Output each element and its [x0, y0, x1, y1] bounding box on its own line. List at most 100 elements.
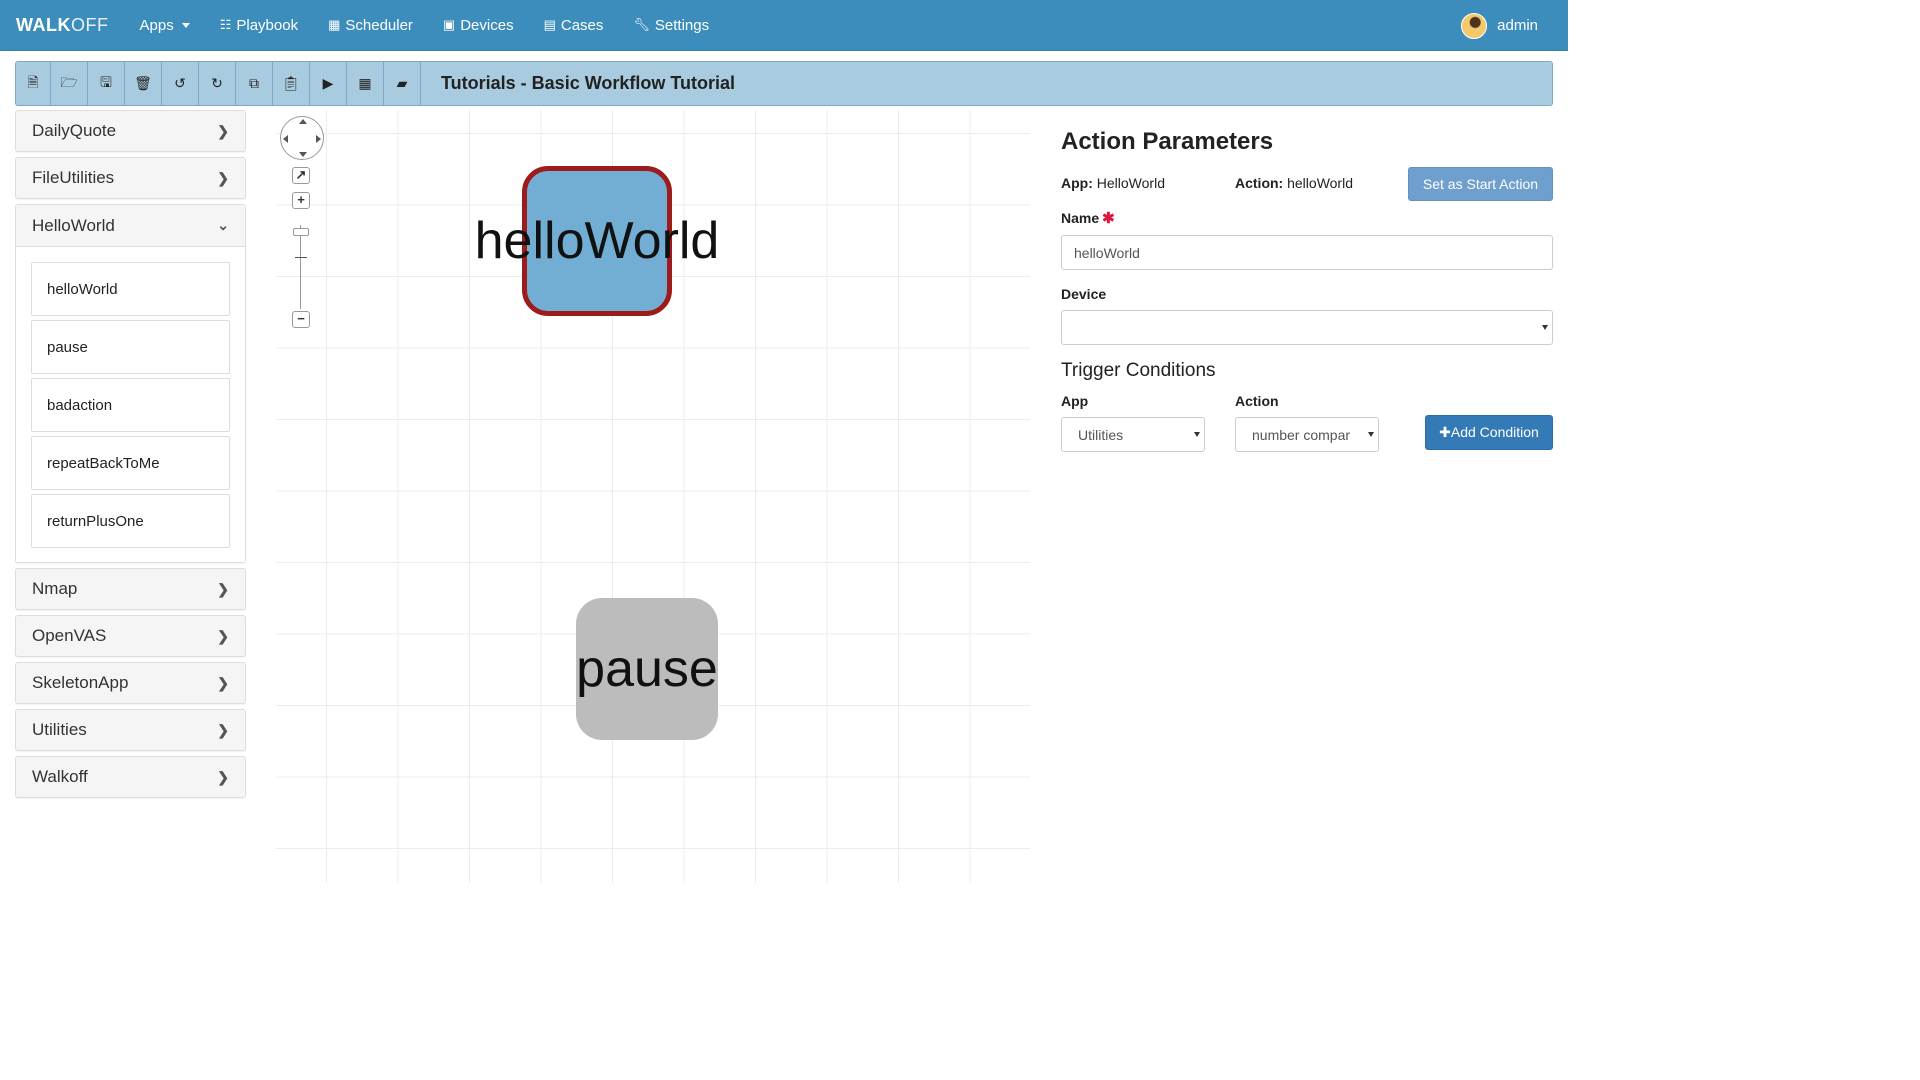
- redo-icon[interactable]: ↻: [199, 62, 236, 105]
- action-item-repeatbacktome[interactable]: repeatBackToMe: [31, 436, 230, 490]
- trash-icon[interactable]: 🗑︎: [125, 62, 162, 105]
- action-item-pause[interactable]: pause: [31, 320, 230, 374]
- action-list: helloWorld pause badaction repeatBackToM…: [16, 247, 245, 562]
- calendar-icon: ▦: [328, 17, 341, 32]
- app-header-nmap[interactable]: Nmap ❯: [16, 569, 245, 609]
- nav-devices[interactable]: ▣ Devices: [428, 0, 529, 51]
- save-icon[interactable]: 🖫︎: [88, 62, 125, 105]
- nav-scheduler[interactable]: ▦ Scheduler: [313, 0, 428, 51]
- meta-action: Action: helloWorld: [1235, 175, 1353, 191]
- brand-logo[interactable]: WALKOFF: [16, 15, 109, 36]
- app-header-helloworld[interactable]: HelloWorld ⌄: [16, 205, 245, 247]
- trigger-action-label: Action: [1235, 393, 1279, 409]
- chevron-right-icon: ❯: [217, 169, 229, 186]
- required-icon: ✱: [1102, 210, 1115, 227]
- wrench-icon: 🔧︎: [633, 17, 650, 32]
- node-label: pause: [576, 640, 718, 698]
- action-item-returnplusone[interactable]: returnPlusOne: [31, 494, 230, 548]
- add-condition-button[interactable]: ✚Add Condition: [1425, 415, 1553, 450]
- play-icon[interactable]: ▶: [310, 62, 347, 105]
- chevron-right-icon: ❯: [217, 627, 229, 644]
- undo-icon[interactable]: ↺: [162, 62, 199, 105]
- zoom-slider-handle[interactable]: [293, 228, 309, 236]
- pan-left-icon[interactable]: [283, 135, 288, 143]
- user-menu[interactable]: admin: [1461, 0, 1538, 51]
- action-item-badaction[interactable]: badaction: [31, 378, 230, 432]
- list-icon: ▤: [543, 17, 556, 32]
- app-sidebar: DailyQuote ❯ FileUtilities ❯ HelloWorld ⌄ h…: [15, 110, 246, 803]
- app-header-walkoff[interactable]: Walkoff ❯: [16, 757, 245, 797]
- trigger-app-label: App: [1061, 393, 1089, 409]
- node-label: helloWorld: [474, 212, 720, 270]
- app-panel-dailyquote: DailyQuote ❯: [15, 110, 246, 152]
- fit-icon[interactable]: ↗: [292, 167, 310, 184]
- meta-app: App: HelloWorld: [1061, 175, 1165, 191]
- node-helloworld[interactable]: helloWorld: [475, 166, 719, 316]
- app-header-dailyquote[interactable]: DailyQuote ❯: [16, 111, 245, 151]
- app-header-fileutilities[interactable]: FileUtilities ❯: [16, 158, 245, 198]
- chevron-right-icon: ❯: [217, 674, 229, 691]
- select-arrow-icon: [1368, 432, 1374, 437]
- nav-cases[interactable]: ▤ Cases: [529, 0, 619, 51]
- trigger-app-select[interactable]: Utilities: [1061, 417, 1205, 452]
- name-label: Name ✱: [1061, 210, 1115, 227]
- action-meta: App: HelloWorld Action: helloWorld Set a…: [1061, 167, 1553, 201]
- app-panel-skeletonapp: SkeletonApp ❯: [15, 662, 246, 704]
- pan-down-icon[interactable]: [299, 152, 307, 157]
- pan-control[interactable]: [280, 116, 324, 160]
- zoom-out-button[interactable]: −: [292, 311, 310, 328]
- nav-apps[interactable]: Apps: [125, 0, 205, 51]
- chevron-right-icon: ❯: [217, 122, 229, 139]
- trigger-row: App Utilities Action number compar ✚Add …: [1061, 393, 1553, 455]
- sitemap-icon: ☷: [219, 17, 232, 32]
- trigger-action-col: Action number compar: [1235, 393, 1379, 452]
- open-folder-icon[interactable]: 🗁︎: [51, 62, 88, 105]
- nav-playbook[interactable]: ☷ Playbook: [205, 0, 313, 51]
- action-item-helloworld[interactable]: helloWorld: [31, 262, 230, 316]
- pan-right-icon[interactable]: [316, 135, 321, 143]
- app-panel-fileutilities: FileUtilities ❯: [15, 157, 246, 199]
- pan-up-icon[interactable]: [299, 119, 307, 124]
- caret-down-icon: [181, 22, 190, 28]
- node-pause[interactable]: pause: [576, 598, 718, 740]
- chevron-right-icon: ❯: [217, 768, 229, 785]
- app-panel-utilities: Utilities ❯: [15, 709, 246, 751]
- new-file-icon[interactable]: 🗎︎: [16, 62, 51, 105]
- workflow-canvas[interactable]: ↗ + − helloWorld pause: [276, 110, 1030, 883]
- trigger-app-col: App Utilities: [1061, 393, 1205, 452]
- action-parameters-panel: Action Parameters App: HelloWorld Action…: [1061, 128, 1553, 455]
- set-start-action-button[interactable]: Set as Start Action: [1408, 167, 1553, 201]
- zoom-slider[interactable]: [300, 225, 301, 309]
- app-panel-helloworld: HelloWorld ⌄ helloWorld pause badaction r…: [15, 204, 246, 563]
- select-arrow-icon: [1542, 325, 1548, 330]
- username: admin: [1497, 17, 1538, 34]
- chevron-down-icon: ⌄: [217, 217, 229, 233]
- app-panel-nmap: Nmap ❯: [15, 568, 246, 610]
- trigger-action-select[interactable]: number compar: [1235, 417, 1379, 452]
- zoom-in-button[interactable]: +: [292, 192, 310, 209]
- app-header-skeletonapp[interactable]: SkeletonApp ❯: [16, 663, 245, 703]
- workflow-toolbar: 🗎︎ 🗁︎ 🖫︎ 🗑︎ ↺ ↻ ⧉ 📋︎ ▶ ▦ ▰ Tutorials - B…: [15, 61, 1553, 106]
- table-icon[interactable]: ▦: [347, 62, 384, 105]
- app-panel-walkoff: Walkoff ❯: [15, 756, 246, 798]
- params-heading: Action Parameters: [1061, 128, 1274, 155]
- app-panel-openvas: OpenVAS ❯: [15, 615, 246, 657]
- chevron-right-icon: ❯: [217, 580, 229, 597]
- select-arrow-icon: [1194, 432, 1200, 437]
- zoom-tick: [295, 257, 307, 258]
- trigger-conditions-title: Trigger Conditions: [1061, 360, 1216, 381]
- name-field[interactable]: helloWorld: [1061, 235, 1553, 270]
- top-navbar: WALKOFF Apps ☷ Playbook ▦ Scheduler ▣ Devic…: [0, 0, 1568, 51]
- app-header-openvas[interactable]: OpenVAS ❯: [16, 616, 245, 656]
- workflow-title: Tutorials - Basic Workflow Tutorial: [441, 73, 736, 93]
- copy-icon[interactable]: ⧉: [236, 62, 273, 105]
- paste-icon[interactable]: 📋︎: [273, 62, 310, 105]
- nav-links: Apps ☷ Playbook ▦ Scheduler ▣ Devices ▤ Case…: [125, 0, 725, 51]
- eraser-icon[interactable]: ▰: [384, 62, 421, 105]
- chevron-right-icon: ❯: [217, 721, 229, 738]
- app-header-utilities[interactable]: Utilities ❯: [16, 710, 245, 750]
- avatar: [1461, 12, 1488, 39]
- nav-settings[interactable]: 🔧︎ Settings: [618, 0, 724, 51]
- desktop-icon: ▣: [442, 17, 456, 32]
- device-select[interactable]: [1061, 310, 1553, 345]
